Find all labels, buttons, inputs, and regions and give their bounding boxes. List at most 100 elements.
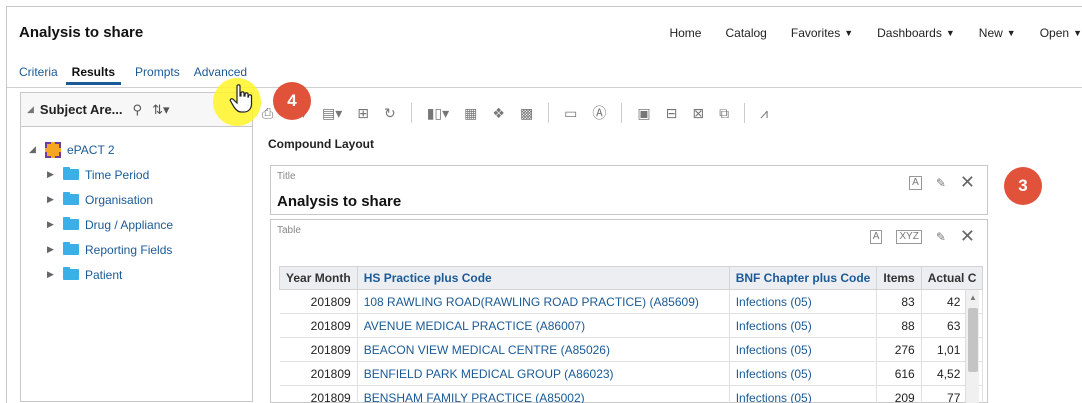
step-4-badge: 4 — [273, 82, 311, 120]
view-label: Table — [277, 225, 301, 236]
global-nav: Home Catalog Favorites ▼ Dashboards ▼ New ▼… — [645, 26, 1082, 40]
tree-item-label: Reporting Fields — [85, 242, 173, 257]
format-view-icon[interactable]: A — [869, 229, 883, 244]
practice-link[interactable]: 108 RAWLING ROAD(RAWLING ROAD PRACTICE) … — [357, 289, 730, 314]
toolbar-divider — [744, 103, 746, 123]
nav-new-label: New — [978, 26, 1003, 40]
table-row: 201809 BENSHAM FAMILY PRACTICE (A85002) … — [279, 385, 984, 403]
column-header[interactable]: Items — [876, 266, 922, 290]
practice-link[interactable]: BENFIELD PARK MEDICAL GROUP (A86023) — [357, 361, 730, 386]
edit-pencil-icon[interactable]: ✎ — [936, 230, 946, 244]
collapse-icon[interactable]: ◢ — [27, 104, 34, 115]
scroll-thumb[interactable] — [968, 308, 978, 372]
expand-icon[interactable]: ▶ — [47, 244, 63, 255]
tree-item-label: Patient — [85, 267, 123, 282]
column-header[interactable]: HS Practice plus Code — [356, 266, 730, 290]
graph-icon[interactable]: ⩘ — [760, 105, 768, 122]
table-row: 201809 108 RAWLING ROAD(RAWLING ROAD PRA… — [279, 289, 984, 314]
folder-icon — [63, 217, 79, 230]
bnf-chapter-link[interactable]: Infections (05) — [729, 361, 878, 386]
view-label: Title — [277, 171, 296, 182]
chevron-down-icon: ▼ — [945, 28, 955, 38]
refresh-icon[interactable]: ↻ — [384, 105, 396, 122]
chevron-down-icon: ▼ — [1073, 28, 1082, 38]
nav-open[interactable]: Open ▼ — [1040, 26, 1082, 40]
folder-icon — [63, 242, 79, 255]
selection-steps-icon[interactable]: ❖ — [492, 105, 505, 122]
edit-pencil-icon[interactable]: ✎ — [936, 176, 946, 190]
tree-item-root[interactable]: ◢ ePACT 2 — [29, 137, 252, 162]
bnf-chapter-link[interactable]: Infections (05) — [729, 289, 878, 314]
expand-icon[interactable]: ▶ — [47, 219, 63, 230]
year-month-cell: 201809 — [279, 337, 358, 362]
nav-dashboards-label: Dashboards — [877, 26, 942, 40]
new-view-icon[interactable]: ▤▾ — [322, 105, 342, 122]
tree-item-folder[interactable]: ▶ Organisation — [29, 187, 252, 212]
nav-dashboards[interactable]: Dashboards ▼ — [877, 26, 955, 40]
column-header[interactable]: Year Month — [279, 266, 358, 290]
tab-criteria[interactable]: Criteria — [19, 65, 58, 85]
view-title: Analysis to share — [277, 193, 402, 210]
practice-link[interactable]: AVENUE MEDICAL PRACTICE (A86007) — [357, 313, 730, 338]
tab-divider — [7, 87, 1082, 88]
subject-tree: ◢ ePACT 2 ▶ Time Period ▶ Organisation ▶… — [21, 127, 252, 287]
sort-icon[interactable]: ⇅▾ — [152, 102, 169, 118]
items-cell: 616 — [876, 361, 922, 386]
nav-home[interactable]: Home — [669, 26, 701, 40]
close-icon[interactable]: ✕ — [960, 172, 975, 193]
nav-new[interactable]: New ▼ — [979, 26, 1016, 40]
nav-home-label: Home — [669, 26, 702, 40]
year-month-cell: 201809 — [279, 313, 358, 338]
text-icon[interactable]: ▭ — [564, 105, 577, 122]
tab-results[interactable]: Results — [65, 65, 122, 85]
format-container-icon[interactable]: XYZ — [896, 229, 922, 244]
compound-layout-icon[interactable]: ▣ — [637, 105, 650, 122]
tree-item-folder[interactable]: ▶ Drug / Appliance — [29, 212, 252, 237]
expand-icon[interactable]: ▶ — [47, 269, 63, 280]
tab-prompts[interactable]: Prompts — [135, 65, 180, 85]
nav-catalog[interactable]: Catalog — [725, 26, 766, 40]
year-month-cell: 201809 — [279, 289, 358, 314]
column-header[interactable]: Actual C — [920, 266, 984, 290]
bnf-chapter-link[interactable]: Infections (05) — [729, 385, 878, 403]
duplicate-view-icon[interactable]: ⧉ — [719, 105, 729, 122]
bnf-chapter-link[interactable]: Infections (05) — [729, 313, 878, 338]
column-header[interactable]: BNF Chapter plus Code — [728, 266, 878, 290]
remove-view-icon[interactable]: ⊠ — [692, 105, 704, 122]
practice-link[interactable]: BEACON VIEW MEDICAL CENTRE (A85026) — [357, 337, 730, 362]
view-properties-icon[interactable]: ⊞ — [357, 105, 369, 122]
filters-icon[interactable]: ▦ — [464, 105, 477, 122]
chart-icon[interactable]: ▮▯▾ — [427, 105, 449, 122]
tree-item-label: ePACT 2 — [67, 142, 115, 157]
practice-link[interactable]: BENSHAM FAMILY PRACTICE (A85002) — [357, 385, 730, 403]
bnf-chapter-link[interactable]: Infections (05) — [729, 337, 878, 362]
expand-icon[interactable]: ▶ — [47, 194, 63, 205]
subject-area-icon — [45, 141, 61, 158]
tree-item-folder[interactable]: ▶ Patient — [29, 262, 252, 287]
table-icon[interactable]: ▩ — [520, 105, 533, 122]
tree-item-folder[interactable]: ▶ Reporting Fields — [29, 237, 252, 262]
view-actions: A ✎ ✕ — [895, 172, 975, 193]
results-toolbar: ⎙ ⇱▾ ▤▾ ⊞ ↻ ▮▯▾ ▦ ❖ ▩ ▭ Ⓐ ▣ ⊟ ⊠ ⧉ ⩘ — [262, 98, 783, 128]
items-cell: 83 — [876, 289, 922, 314]
chevron-down-icon: ▼ — [1006, 28, 1016, 38]
tree-item-label: Time Period — [85, 167, 150, 182]
pivot-icon[interactable]: ⊟ — [666, 105, 678, 122]
expanded-icon[interactable]: ◢ — [29, 144, 45, 155]
header-bar: Analysis to share Home Catalog Favorites… — [7, 7, 1082, 55]
expand-icon[interactable]: ▶ — [47, 169, 63, 180]
tree-item-folder[interactable]: ▶ Time Period — [29, 162, 252, 187]
view-actions: A XYZ ✎ ✕ — [856, 226, 975, 247]
search-icon[interactable]: ⚲ — [133, 102, 143, 118]
print-icon[interactable]: ⎙ — [262, 105, 273, 122]
title-icon[interactable]: Ⓐ — [592, 103, 606, 123]
nav-favorites[interactable]: Favorites ▼ — [791, 26, 853, 40]
scroll-up-icon[interactable]: ▲ — [969, 293, 977, 302]
items-cell: 276 — [876, 337, 922, 362]
table-header-row: Year Month HS Practice plus Code BNF Cha… — [279, 266, 984, 290]
subject-areas-panel: ◢ Subject Are... ⚲ ⇅▾ ◢ ePACT 2 ▶ Time P… — [20, 92, 253, 402]
table-scrollbar[interactable]: ▲ — [965, 290, 979, 403]
format-view-icon[interactable]: A — [909, 175, 922, 190]
close-icon[interactable]: ✕ — [960, 226, 975, 247]
year-month-cell: 201809 — [279, 385, 358, 403]
